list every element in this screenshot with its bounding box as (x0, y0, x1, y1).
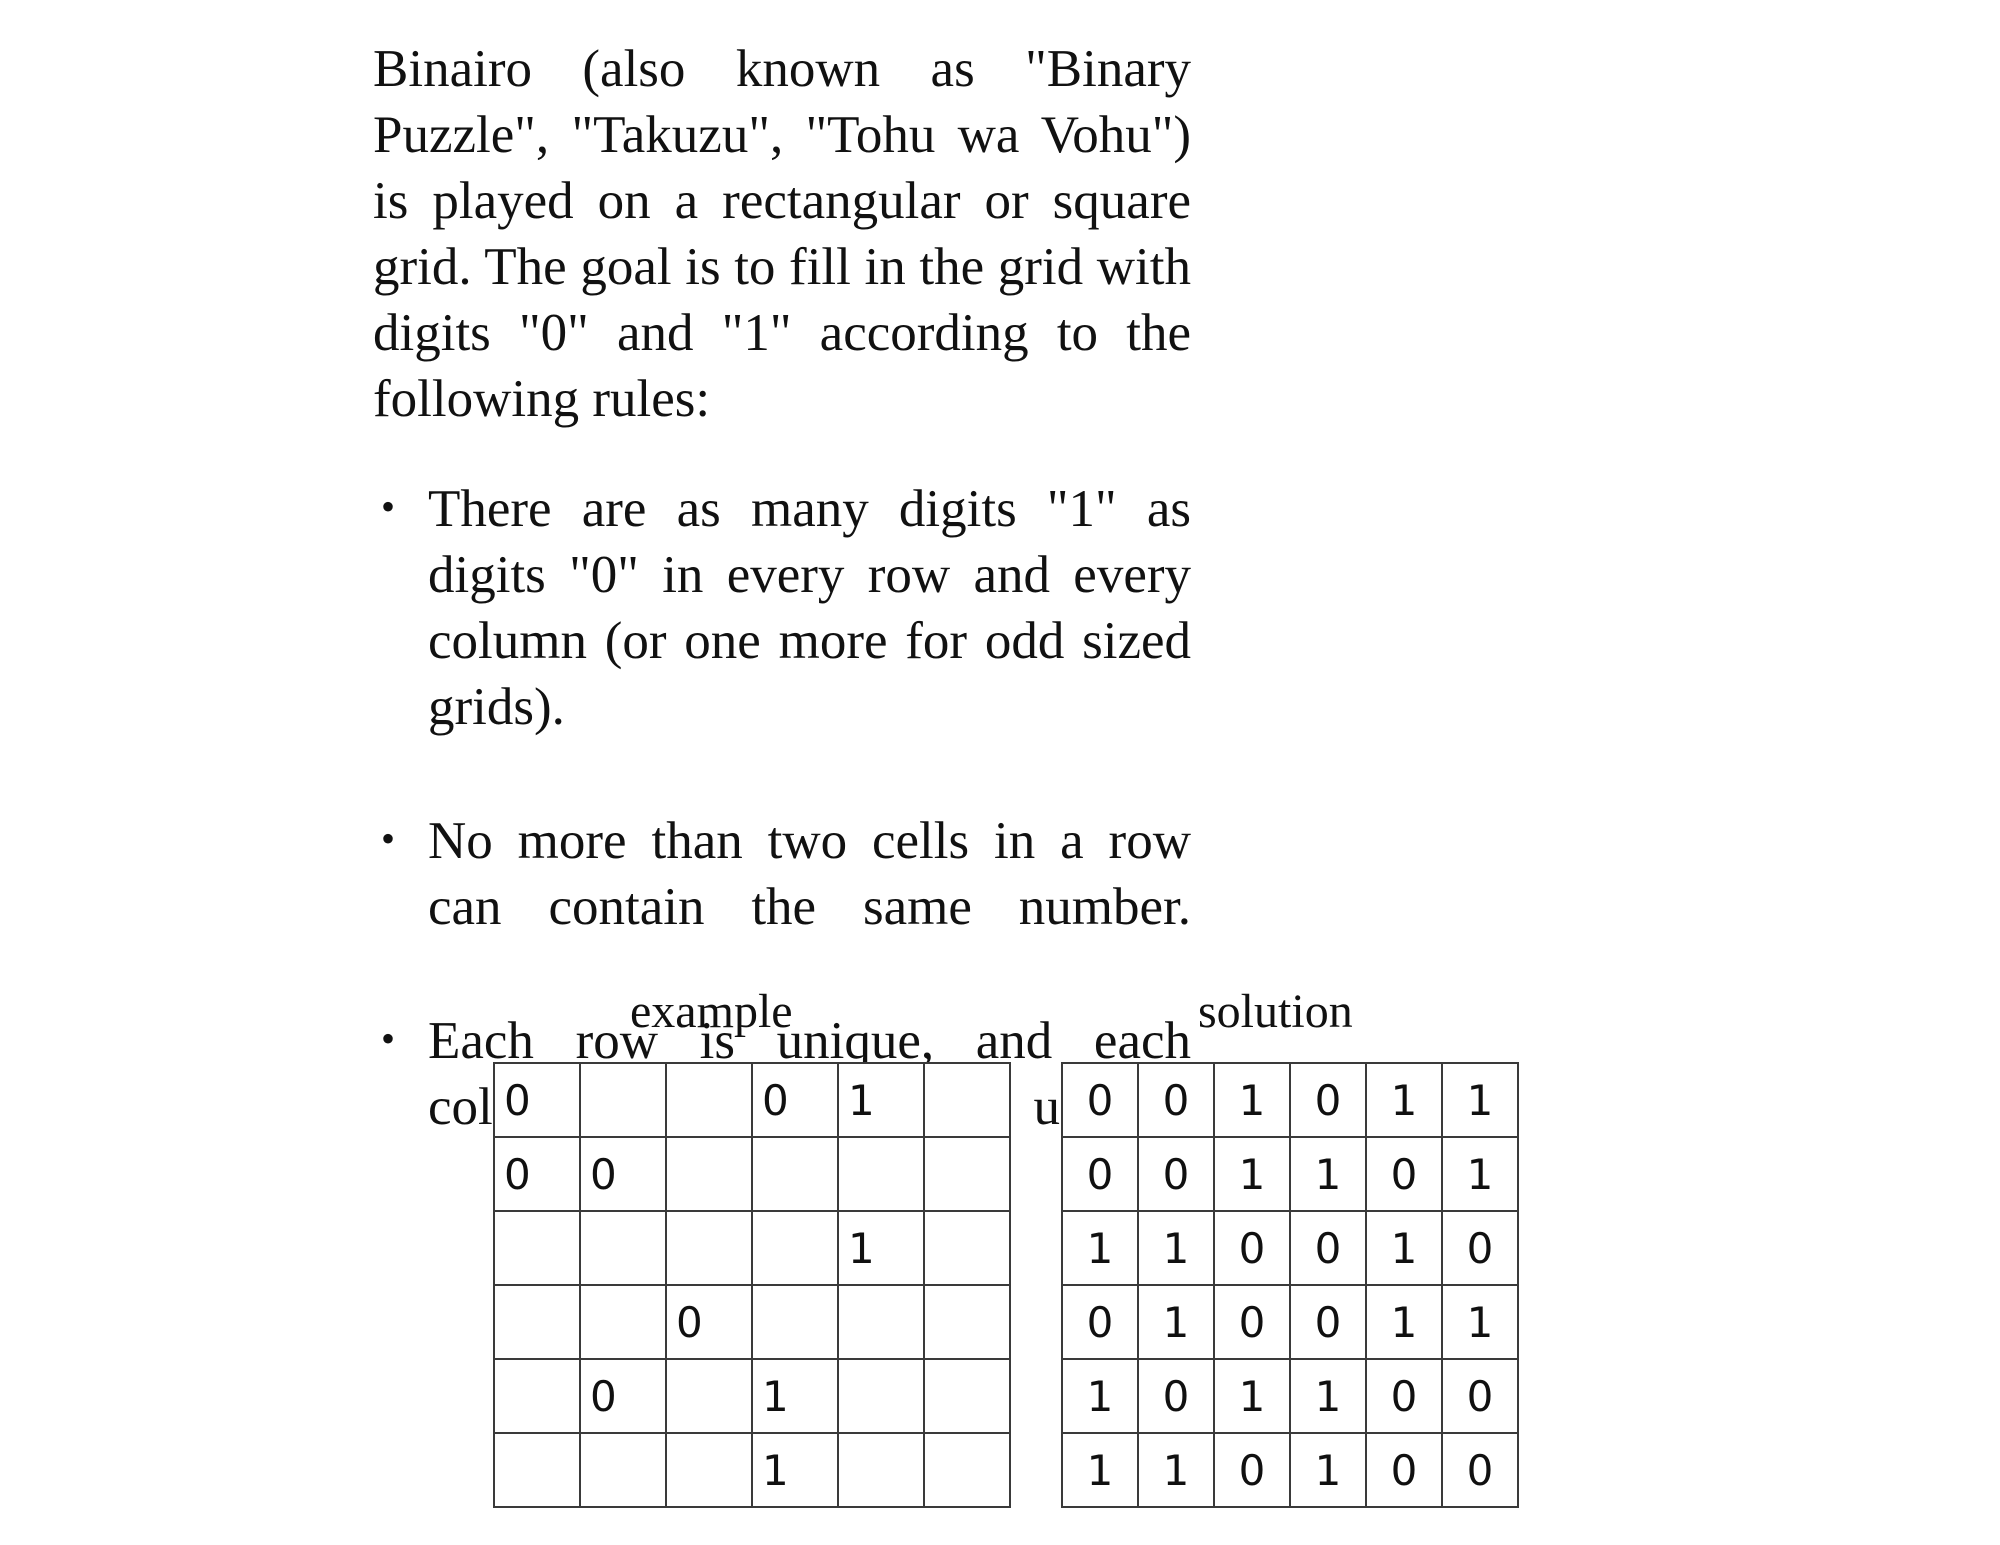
grid-cell-r3c4[interactable] (751, 1210, 839, 1286)
rule-item-2: • No more than two cells in a row can co… (373, 808, 1191, 1006)
example-puzzle-grid: 0010010011 (493, 1062, 1011, 1508)
grid-cell-r3c6[interactable] (923, 1210, 1011, 1286)
grid-cell-r3c4[interactable]: 0 (1289, 1210, 1367, 1286)
grid-cell-r4c5[interactable]: 1 (1365, 1284, 1443, 1360)
grid-cell-r2c1[interactable]: 0 (493, 1136, 581, 1212)
grid-row: 110010 (1061, 1210, 1519, 1286)
grid-cell-r6c6[interactable]: 0 (1441, 1432, 1519, 1508)
grid-cell-r4c1[interactable] (493, 1284, 581, 1360)
bullet-icon: • (381, 1016, 396, 1061)
grid-cell-r4c4[interactable] (751, 1284, 839, 1360)
grid-cell-r3c2[interactable]: 1 (1137, 1210, 1215, 1286)
document-page: Binairo (also known as "Binary Puzzle", … (0, 0, 2000, 1545)
grid-cell-r2c4[interactable] (751, 1136, 839, 1212)
example-grid-caption: example (630, 985, 793, 1038)
grid-cell-r1c3[interactable]: 1 (1213, 1062, 1291, 1138)
grid-cell-r6c5[interactable]: 0 (1365, 1432, 1443, 1508)
solution-grid-caption: solution (1198, 985, 1353, 1038)
grid-cell-r2c2[interactable]: 0 (579, 1136, 667, 1212)
grid-cell-r2c3[interactable] (665, 1136, 753, 1212)
grid-row: 101100 (1061, 1358, 1519, 1434)
bullet-icon: • (381, 816, 396, 861)
grid-cell-r1c5[interactable]: 1 (1365, 1062, 1443, 1138)
grid-cell-r4c4[interactable]: 0 (1289, 1284, 1367, 1360)
grid-cell-r5c2[interactable]: 0 (579, 1358, 667, 1434)
grid-cell-r1c2[interactable] (579, 1062, 667, 1138)
grid-cell-r1c5[interactable]: 1 (837, 1062, 925, 1138)
grid-cell-r2c2[interactable]: 0 (1137, 1136, 1215, 1212)
grid-cell-r6c3[interactable] (665, 1432, 753, 1508)
grid-cell-r4c5[interactable] (837, 1284, 925, 1360)
solution-grid-body: 001011001101110010010011101100110100 (1061, 1062, 1519, 1508)
grid-cell-r2c1[interactable]: 0 (1061, 1136, 1139, 1212)
grid-cell-r2c4[interactable]: 1 (1289, 1136, 1367, 1212)
grid-cell-r1c3[interactable] (665, 1062, 753, 1138)
grid-cell-r5c4[interactable]: 1 (1289, 1358, 1367, 1434)
grid-cell-r5c5[interactable]: 0 (1365, 1358, 1443, 1434)
bullet-icon: • (381, 484, 396, 529)
grid-cell-r2c5[interactable] (837, 1136, 925, 1212)
grid-cell-r5c6[interactable]: 0 (1441, 1358, 1519, 1434)
grid-cell-r6c6[interactable] (923, 1432, 1011, 1508)
grid-cell-r6c2[interactable] (579, 1432, 667, 1508)
grid-cell-r4c3[interactable]: 0 (1213, 1284, 1291, 1360)
grid-cell-r1c6[interactable]: 1 (1441, 1062, 1519, 1138)
grid-cell-r6c5[interactable] (837, 1432, 925, 1508)
grid-cell-r4c6[interactable] (923, 1284, 1011, 1360)
grid-row: 001011 (1061, 1062, 1519, 1138)
grid-cell-r6c1[interactable] (493, 1432, 581, 1508)
grid-cell-r1c1[interactable]: 0 (493, 1062, 581, 1138)
grid-cell-r4c2[interactable]: 1 (1137, 1284, 1215, 1360)
grid-cell-r4c2[interactable] (579, 1284, 667, 1360)
grid-row: 00 (493, 1136, 1011, 1212)
grid-cell-r5c1[interactable] (493, 1358, 581, 1434)
rule-item-1-text: There are as many digits "1" as digits "… (428, 480, 1191, 736)
grid-cell-r1c1[interactable]: 0 (1061, 1062, 1139, 1138)
grid-cell-r6c4[interactable]: 1 (1289, 1432, 1367, 1508)
grid-cell-r4c6[interactable]: 1 (1441, 1284, 1519, 1360)
grid-cell-r6c1[interactable]: 1 (1061, 1432, 1139, 1508)
grid-row: 001 (493, 1062, 1011, 1138)
grid-cell-r3c5[interactable]: 1 (1365, 1210, 1443, 1286)
grid-cell-r6c3[interactable]: 0 (1213, 1432, 1291, 1508)
grid-row: 0 (493, 1284, 1011, 1360)
grid-cell-r1c4[interactable]: 0 (751, 1062, 839, 1138)
grid-cell-r2c6[interactable] (923, 1136, 1011, 1212)
solution-puzzle-grid: 001011001101110010010011101100110100 (1061, 1062, 1519, 1508)
grid-cell-r6c2[interactable]: 1 (1137, 1432, 1215, 1508)
grid-cell-r3c3[interactable] (665, 1210, 753, 1286)
grid-cell-r1c4[interactable]: 0 (1289, 1062, 1367, 1138)
grid-row: 01 (493, 1358, 1011, 1434)
grid-cell-r5c5[interactable] (837, 1358, 925, 1434)
rule-item-2-text: No more than two cells in a row can cont… (428, 812, 1191, 936)
grid-cell-r1c6[interactable] (923, 1062, 1011, 1138)
example-grid-body: 0010010011 (493, 1062, 1011, 1508)
grid-row: 001101 (1061, 1136, 1519, 1212)
grid-row: 010011 (1061, 1284, 1519, 1360)
grid-cell-r5c6[interactable] (923, 1358, 1011, 1434)
grid-cell-r2c6[interactable]: 1 (1441, 1136, 1519, 1212)
grid-row: 1 (493, 1210, 1011, 1286)
grid-cell-r5c4[interactable]: 1 (751, 1358, 839, 1434)
grid-cell-r6c4[interactable]: 1 (751, 1432, 839, 1508)
grid-cell-r1c2[interactable]: 0 (1137, 1062, 1215, 1138)
grid-cell-r3c5[interactable]: 1 (837, 1210, 925, 1286)
grid-cell-r3c2[interactable] (579, 1210, 667, 1286)
grid-row: 110100 (1061, 1432, 1519, 1508)
grid-cell-r5c1[interactable]: 1 (1061, 1358, 1139, 1434)
grid-cell-r2c3[interactable]: 1 (1213, 1136, 1291, 1212)
grid-cell-r4c1[interactable]: 0 (1061, 1284, 1139, 1360)
grid-row: 1 (493, 1432, 1011, 1508)
grid-cell-r3c1[interactable] (493, 1210, 581, 1286)
grid-cell-r3c1[interactable]: 1 (1061, 1210, 1139, 1286)
grid-cell-r3c3[interactable]: 0 (1213, 1210, 1291, 1286)
rule-item-1: • There are as many digits "1" as digits… (373, 476, 1191, 806)
intro-paragraph: Binairo (also known as "Binary Puzzle", … (373, 40, 1191, 428)
grid-cell-r5c3[interactable] (665, 1358, 753, 1434)
grid-cell-r3c6[interactable]: 0 (1441, 1210, 1519, 1286)
grid-cell-r5c3[interactable]: 1 (1213, 1358, 1291, 1434)
grid-cell-r5c2[interactable]: 0 (1137, 1358, 1215, 1434)
grid-cell-r4c3[interactable]: 0 (665, 1284, 753, 1360)
grid-cell-r2c5[interactable]: 0 (1365, 1136, 1443, 1212)
